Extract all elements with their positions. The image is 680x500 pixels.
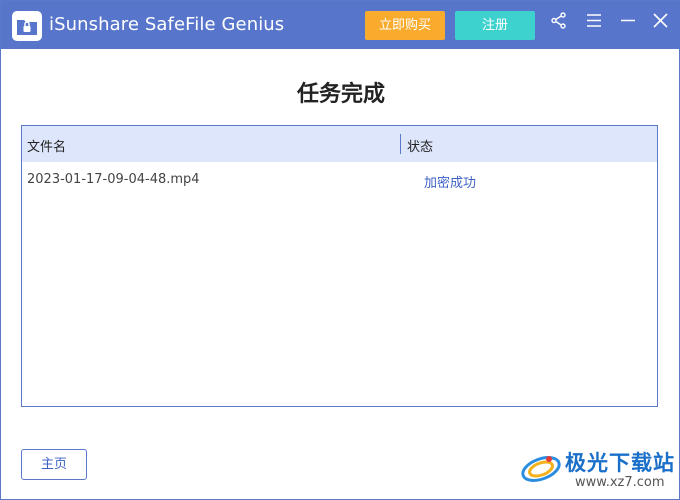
table-row[interactable]: 2023-01-17-09-04-48.mp4 加密成功	[22, 162, 657, 198]
buy-now-button[interactable]: 立即购买	[365, 11, 445, 40]
register-button[interactable]: 注册	[455, 11, 535, 40]
close-icon[interactable]	[651, 11, 671, 31]
column-header-status[interactable]: 状态	[407, 136, 433, 155]
share-icon[interactable]	[549, 11, 569, 31]
watermark: 极光下载站 www.xz7.com	[519, 441, 679, 497]
app-title: iSunshare SafeFile Genius	[49, 14, 285, 35]
column-header-filename[interactable]: 文件名	[27, 136, 66, 155]
table-header: 文件名 状态	[22, 126, 657, 162]
menu-icon[interactable]	[584, 11, 604, 31]
watermark-logo-icon	[519, 445, 563, 493]
status-cell: 加密成功	[424, 176, 477, 191]
results-table: 文件名 状态 2023-01-17-09-04-48.mp4 加密成功	[21, 125, 658, 407]
watermark-url: www.xz7.com	[575, 475, 665, 490]
filename-cell: 2023-01-17-09-04-48.mp4	[27, 172, 200, 187]
column-divider[interactable]	[400, 134, 401, 154]
app-window: iSunshare SafeFile Genius 立即购买 注册 任务完成 文…	[0, 0, 680, 500]
folder-lock-icon	[12, 11, 42, 41]
home-button[interactable]: 主页	[21, 449, 87, 480]
title-bar: iSunshare SafeFile Genius 立即购买 注册	[1, 1, 680, 49]
page-title: 任务完成	[296, 82, 385, 107]
watermark-text: 极光下载站	[565, 451, 675, 475]
minimize-icon[interactable]	[618, 11, 638, 31]
